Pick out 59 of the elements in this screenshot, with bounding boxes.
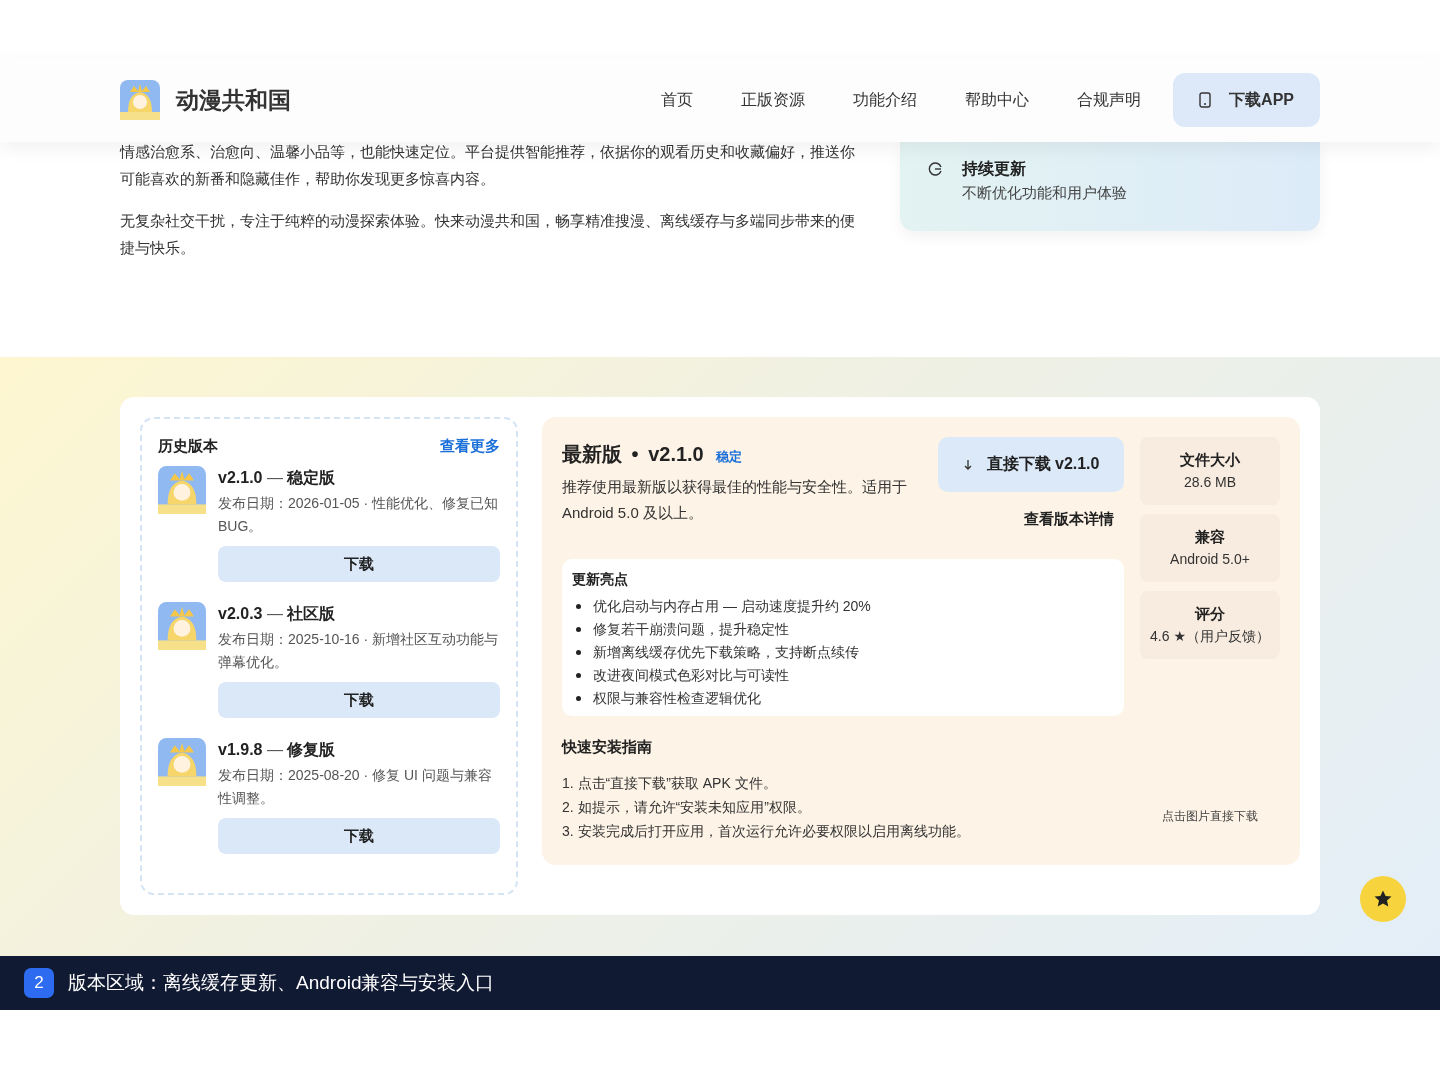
bullet-icon bbox=[576, 673, 581, 678]
download-arrow-icon bbox=[962, 458, 973, 471]
view-more-link[interactable]: 查看更多 bbox=[440, 437, 500, 456]
bullet-icon bbox=[576, 627, 581, 632]
guide-step: 3. 安装完成后打开应用，首次运行允许必要权限以启用离线功能。 bbox=[562, 819, 1124, 843]
direct-download-button[interactable]: 直接下载 v2.1.0 bbox=[938, 437, 1124, 492]
highlight-item: 权限与兼容性检查逻辑优化 bbox=[593, 689, 761, 708]
app-logo-icon bbox=[158, 738, 206, 786]
download-button[interactable]: 下载 bbox=[218, 818, 500, 854]
refresh-icon bbox=[928, 161, 944, 177]
nav-link[interactable]: 帮助中心 bbox=[965, 89, 1030, 111]
stable-label: 稳定 bbox=[715, 448, 742, 466]
version-meta: 发布日期：2025-08-20 · 修复 UI 问题与兼容性调整。 bbox=[218, 766, 493, 808]
history-title: 历史版本 bbox=[158, 437, 218, 456]
caption-number: 2 bbox=[24, 968, 54, 998]
intro-paragraph: 无复杂社交干扰，专注于纯粹的动漫探索体验。快来动漫共和国，畅享精准搜漫、离线缓存与多端同步带来的便捷与快乐。 bbox=[120, 211, 856, 258]
nav-link[interactable]: 首页 bbox=[661, 89, 694, 111]
nav-link[interactable]: 正版资源 bbox=[741, 89, 806, 111]
nav-link[interactable]: 功能介绍 bbox=[853, 89, 918, 111]
app-logo-icon bbox=[158, 602, 206, 650]
phone-icon bbox=[1199, 92, 1212, 108]
guide-title: 快速安装指南 bbox=[562, 738, 653, 757]
stat-label: 兼容 bbox=[1194, 527, 1226, 547]
feature-title: 持续更新 bbox=[962, 159, 1027, 179]
bullet-icon bbox=[576, 650, 581, 655]
latest-title: 最新版 • v2.1.0 bbox=[562, 442, 704, 467]
download-app-button[interactable]: 下载APP bbox=[1173, 73, 1320, 127]
stat-value: 28.6 MB bbox=[1182, 473, 1238, 492]
stat-value: 4.6 ★（用户反馈） bbox=[1150, 627, 1270, 646]
version-details-link[interactable]: 查看版本详情 bbox=[1024, 510, 1114, 529]
version-title: v2.0.3 — 社区版 bbox=[218, 604, 337, 624]
download-button[interactable]: 下载 bbox=[218, 682, 500, 718]
version-meta: 发布日期：2025-10-16 · 新增社区互动功能与弹幕优化。 bbox=[218, 630, 500, 672]
highlight-item: 改进夜间模式色彩对比与可读性 bbox=[593, 666, 789, 685]
highlight-item: 修复若干崩溃问题，提升稳定性 bbox=[593, 620, 789, 639]
nav-link[interactable]: 合规声明 bbox=[1077, 89, 1142, 111]
version-meta: 发布日期：2026-01-05 · 性能优化、修复已知BUG。 bbox=[218, 494, 500, 536]
highlights-title: 更新亮点 bbox=[572, 571, 629, 589]
stat-label: 评分 bbox=[1193, 604, 1226, 624]
download-button[interactable]: 下载 bbox=[218, 546, 500, 582]
brand-name[interactable]: 动漫共和国 bbox=[176, 84, 291, 116]
version-title: v2.1.0 — 稳定版 bbox=[218, 468, 337, 488]
bullet-icon bbox=[576, 604, 581, 609]
stat-value: Android 5.0+ bbox=[1169, 550, 1251, 569]
star-icon bbox=[1373, 889, 1393, 909]
guide-step: 2. 如提示，请允许“安装未知应用”权限。 bbox=[562, 795, 1124, 819]
guide-step: 1. 点击“直接下载”获取 APK 文件。 bbox=[562, 771, 1124, 795]
stat-label: 文件大小 bbox=[1179, 450, 1241, 470]
intro-paragraph: 情感治愈系、治愈向、温馨小品等，也能快速定位。平台提供智能推荐，依据你的观看历史和收藏偏好，推送你可能喜欢的新番和隐藏佳作，帮助你发现更多惊喜内容。 bbox=[120, 142, 856, 189]
app-logo-icon bbox=[158, 466, 206, 514]
latest-description: 推荐使用最新版以获得最佳的性能与安全性。适用于 Android 5.0 及以上。 bbox=[562, 477, 908, 523]
version-title: v1.9.8 — 修复版 bbox=[218, 740, 337, 760]
qr-caption: 点击图片直接下载 bbox=[1161, 808, 1259, 825]
bullet-icon bbox=[576, 696, 581, 701]
highlight-item: 优化启动与内存占用 — 启动速度提升约 20% bbox=[593, 597, 871, 616]
highlight-item: 新增离线缓存优先下载策略，支持断点续传 bbox=[593, 643, 859, 662]
favorite-button[interactable] bbox=[1360, 876, 1406, 922]
caption-text: 版本区域：离线缓存更新、Android兼容与安装入口 bbox=[68, 971, 495, 995]
feature-text: 不断优化功能和用户体验 bbox=[962, 183, 1127, 203]
